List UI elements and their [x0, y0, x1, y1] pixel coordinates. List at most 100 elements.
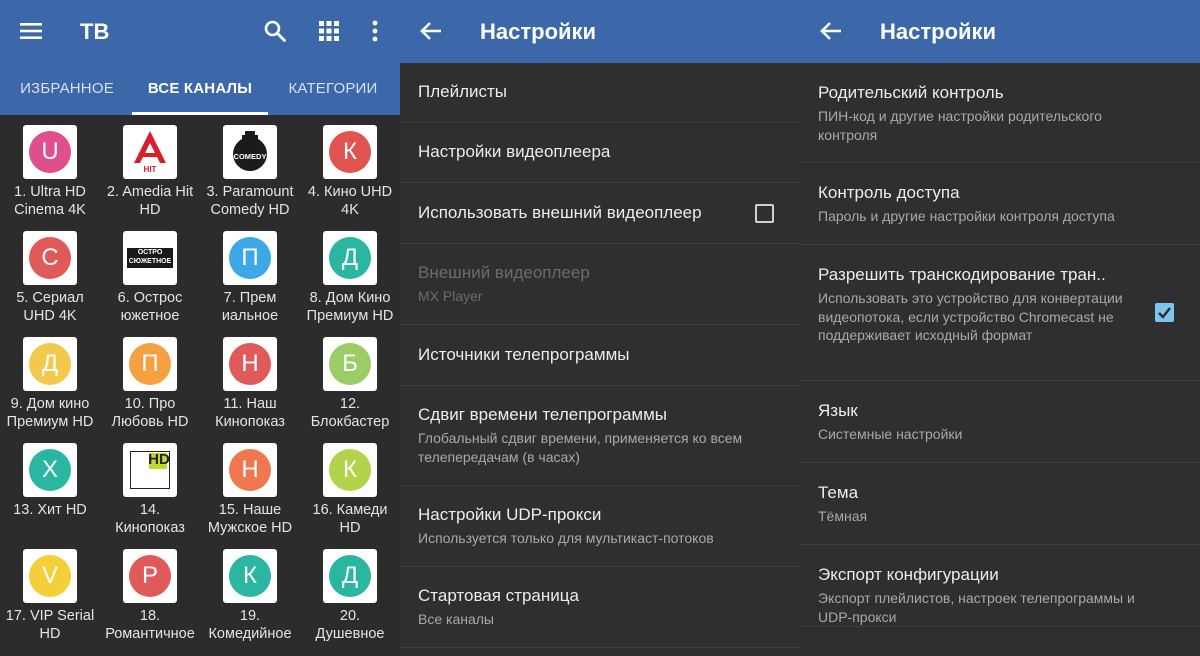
settings-row[interactable]: Экспорт конфигурации Экспорт плейлистов, …	[800, 545, 1200, 627]
channel-item[interactable]: К 4. Кино UHD 4K	[300, 115, 400, 221]
settings-row-title: Контроль доступа	[818, 183, 960, 202]
channel-logo: С	[23, 231, 77, 285]
channel-name: 1. Ultra HD Cinema 4K	[14, 184, 86, 218]
channel-item[interactable]: Д 20. Душевное	[300, 539, 400, 645]
channel-name: 14. Кинопоказ	[115, 502, 185, 536]
channel-logo: Д	[323, 549, 377, 603]
channel-logo: К	[323, 125, 377, 179]
logo-text: HIT	[143, 165, 157, 174]
channel-logo: Д	[323, 231, 377, 285]
channel-item[interactable]: V 17. VIP Serial HD	[0, 539, 100, 645]
settings-row-title: Внешний видеоплеер	[418, 263, 590, 282]
channel-logo: К	[323, 443, 377, 497]
channel-logo: Х	[23, 443, 77, 497]
channel-item[interactable]: Р 18. Романтичное	[100, 539, 200, 645]
channel-item[interactable]: П 7. Прем иальное	[200, 221, 300, 327]
settings-row-subtitle: Глобальный сдвиг времени, применяется ко…	[418, 430, 743, 465]
settings-row[interactable]: Настройки UDP-прокси Используется только …	[400, 486, 800, 567]
check-icon	[1158, 307, 1171, 319]
channel-letter-avatar: Б	[329, 343, 371, 385]
channel-item[interactable]: HD 14. Кинопоказ	[100, 433, 200, 539]
channel-item[interactable]: П 10. Про Любовь HD	[100, 327, 200, 433]
settings-row-title: Источники телепрограммы	[418, 344, 630, 364]
channel-grid: U 1. Ultra HD Cinema 4K HIT 2. Amedia Hit H…	[0, 115, 400, 656]
channel-item[interactable]: С 5. Сериал UHD 4K	[0, 221, 100, 327]
logo-text: COMEDY	[233, 152, 267, 161]
channel-logo: HIT	[123, 125, 177, 179]
channel-name: 11. Наш Кинопоказ	[215, 396, 285, 430]
settings-row-subtitle: ПИН-код и другие настройки родительского…	[818, 108, 1102, 143]
settings-row[interactable]: Тема Тёмная	[800, 463, 1200, 545]
tab-favorites[interactable]: ИЗБРАННОЕ	[8, 63, 126, 115]
channel-name: 18. Романтичное	[105, 608, 195, 642]
settings-row[interactable]: Родительский контроль ПИН-код и другие на…	[800, 63, 1200, 163]
channel-item[interactable]: COMEDY 3. Paramount Comedy HD	[200, 115, 300, 221]
settings-app-bar: Настройки	[800, 0, 1200, 63]
settings-row-title: Сдвиг времени телепрограммы	[418, 405, 668, 424]
channel-letter-avatar: К	[329, 449, 371, 491]
settings-row-title: Плейлисты	[418, 82, 508, 101]
channel-item[interactable]: К 19. Комедийное	[200, 539, 300, 645]
channel-item[interactable]: Н 11. Наш Кинопоказ	[200, 327, 300, 433]
channel-name: 3. Paramount Comedy HD	[206, 184, 294, 218]
tab-bar: ИЗБРАННОЕ ВСЕ КАНАЛЫ КАТЕГОРИИ	[0, 63, 400, 115]
channel-logo: HD	[123, 443, 177, 497]
channel-item[interactable]: Н 15. Наше Мужское HD	[200, 433, 300, 539]
settings-row-title: Разрешить транскодирование тран..	[818, 265, 1106, 284]
settings-screen-1: Настройки Плейлисты Настройки видеоплеера…	[400, 0, 800, 656]
channel-item[interactable]: Д 9. Дом кино Премиум HD	[0, 327, 100, 433]
settings-row[interactable]: Язык Системные настройки	[800, 381, 1200, 463]
channel-letter-avatar: Д	[329, 237, 371, 279]
channel-item[interactable]: ОСТРО СЮЖЕТНОЕ 6. Острос южетное	[100, 221, 200, 327]
settings-row[interactable]: Плейлисты	[400, 63, 800, 123]
settings-screen-2: Настройки Родительский контроль ПИН-код и…	[800, 0, 1200, 656]
top-app-bar: ТВ	[0, 0, 400, 63]
channel-letter-avatar: П	[229, 237, 271, 279]
settings-row-title: Язык	[818, 401, 858, 420]
channel-letter-avatar: U	[29, 131, 71, 173]
channel-item[interactable]: Х 13. Хит HD	[0, 433, 100, 539]
settings-row-subtitle: MX Player	[418, 288, 483, 304]
settings-row[interactable]: Использовать внешний видеоплеер	[400, 183, 800, 244]
channel-letter-avatar: Д	[29, 343, 71, 385]
back-arrow-icon[interactable]	[812, 12, 850, 50]
channel-logo: U	[23, 125, 77, 179]
channel-letter-avatar: Х	[29, 449, 71, 491]
settings-row: Внешний видеоплеер MX Player	[400, 244, 800, 325]
settings-row-title: Тема	[818, 483, 859, 502]
channel-item[interactable]: К 16. Камеди HD	[300, 433, 400, 539]
channel-name: 7. Прем иальное	[221, 290, 279, 324]
channel-item[interactable]: U 1. Ultra HD Cinema 4K	[0, 115, 100, 221]
back-arrow-icon[interactable]	[412, 12, 450, 50]
channel-name: 8. Дом Кино Премиум HD	[306, 290, 394, 324]
settings-row-title: Настройки UDP-прокси	[418, 505, 602, 524]
settings-title: Настройки	[880, 19, 997, 44]
channel-name: 17. VIP Serial HD	[5, 608, 95, 642]
settings-app-bar: Настройки	[400, 0, 800, 63]
settings-row[interactable]: Контроль доступа Пароль и другие настройк…	[800, 163, 1200, 245]
settings-row[interactable]: Стартовая страница Все каналы	[400, 567, 800, 648]
menu-icon[interactable]	[12, 12, 50, 50]
tab-all-channels[interactable]: ВСЕ КАНАЛЫ	[132, 63, 268, 115]
grid-icon[interactable]	[310, 12, 348, 50]
channel-letter-avatar: Н	[229, 449, 271, 491]
channel-letter-avatar: К	[329, 131, 371, 173]
tab-categories[interactable]: КАТЕГОРИИ	[278, 63, 388, 115]
checkbox[interactable]	[755, 203, 774, 223]
channel-item[interactable]: HIT 2. Amedia Hit HD	[100, 115, 200, 221]
channel-item[interactable]: Б 12. Блокбастер	[300, 327, 400, 433]
channel-name: 9. Дом кино Премиум HD	[6, 396, 94, 430]
settings-row[interactable]: Источники телепрограммы	[400, 325, 800, 386]
settings-row[interactable]: Сдвиг времени телепрограммы Глобальный сд…	[400, 386, 800, 486]
settings-row[interactable]: Настройки видеоплеера	[400, 123, 800, 183]
search-icon[interactable]	[256, 12, 294, 50]
settings-row[interactable]: Разрешить транскодирование тран.. Использ…	[800, 245, 1200, 381]
checkbox-checked[interactable]	[1155, 303, 1174, 322]
channel-letter-avatar: С	[29, 237, 71, 279]
settings-row-subtitle: Все каналы	[418, 611, 494, 627]
logo-text: HD	[148, 451, 170, 468]
channel-letter-avatar: Н	[229, 343, 271, 385]
channel-item[interactable]: Д 8. Дом Кино Премиум HD	[300, 221, 400, 327]
channel-name: 4. Кино UHD 4K	[307, 184, 393, 218]
more-vert-icon[interactable]	[356, 12, 394, 50]
